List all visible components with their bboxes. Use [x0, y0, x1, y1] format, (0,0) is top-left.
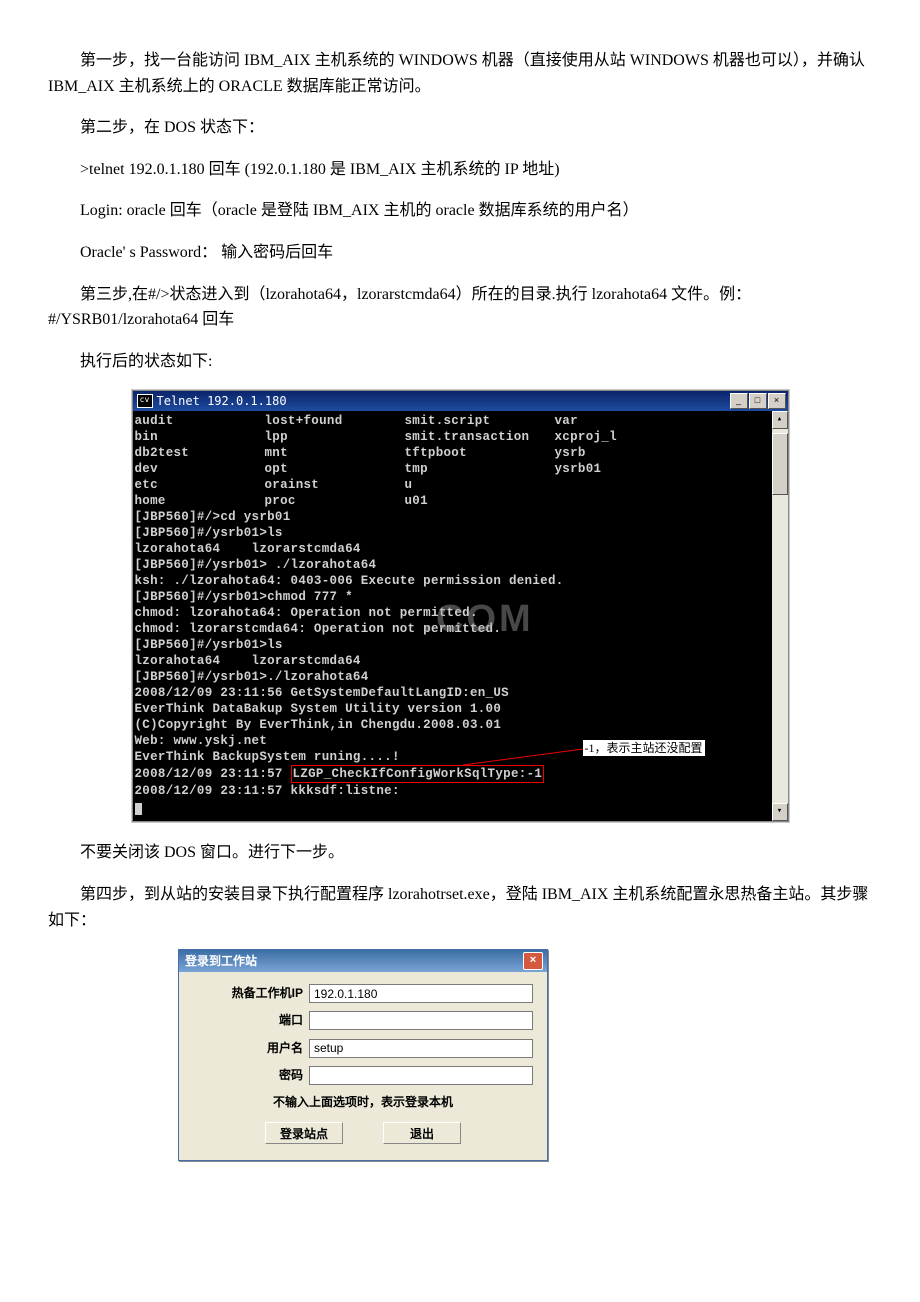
minimize-button[interactable]: _ — [730, 393, 748, 409]
telnet-window: cv Telnet 192.0.1.180 _ □ × auditlost+fo… — [132, 390, 789, 822]
scroll-down-button[interactable]: ▾ — [772, 803, 788, 821]
paragraph-execresult: 执行后的状态如下: — [48, 349, 872, 375]
annotation-callout: -1，表示主站还没配置 — [583, 739, 705, 758]
scroll-up-button[interactable]: ▴ — [772, 411, 788, 429]
paragraph-step3: 第三步,在#/>状态进入到（lzorahota64，lzorarstcmda64… — [48, 282, 872, 333]
paragraph-noclose: 不要关闭该 DOS 窗口。进行下一步。 — [48, 840, 872, 866]
paragraph-step2: 第二步，在 DOS 状态下： — [48, 115, 872, 141]
terminal-icon: cv — [137, 394, 153, 408]
login-close-button[interactable]: × — [523, 952, 543, 970]
exit-button[interactable]: 退出 — [383, 1122, 461, 1144]
paragraph-password: Oracle' s Password： 输入密码后回车 — [48, 240, 872, 266]
paragraph-login: Login: oracle 回车（oracle 是登陆 IBM_AIX 主机的 … — [48, 198, 872, 224]
maximize-button[interactable]: □ — [749, 393, 767, 409]
login-title: 登录到工作站 — [185, 952, 257, 971]
login-button[interactable]: 登录站点 — [265, 1122, 343, 1144]
login-titlebar[interactable]: 登录到工作站 × — [179, 950, 547, 972]
login-dialog: 登录到工作站 × 热备工作机IP 端口 用户名 密码 不输入上面选项时，表示登录… — [178, 949, 548, 1161]
label-port: 端口 — [193, 1011, 309, 1030]
terminal-output: auditlost+foundsmit.scriptvarbinlppsmit.… — [133, 411, 772, 821]
close-button[interactable]: × — [768, 393, 786, 409]
input-port[interactable] — [309, 1011, 533, 1030]
document-page: 第一步，找一台能访问 IBM_AIX 主机系统的 WINDOWS 机器（直接使用… — [0, 0, 920, 1201]
telnet-titlebar[interactable]: cv Telnet 192.0.1.180 _ □ × — [133, 391, 788, 411]
label-ip: 热备工作机IP — [193, 984, 309, 1003]
label-password: 密码 — [193, 1066, 309, 1085]
input-ip[interactable] — [309, 984, 533, 1003]
label-user: 用户名 — [193, 1039, 309, 1058]
login-note: 不输入上面选项时，表示登录本机 — [193, 1093, 533, 1112]
scroll-track[interactable] — [772, 429, 788, 803]
vertical-scrollbar[interactable]: ▴ ▾ — [772, 411, 788, 821]
paragraph-telnet: >telnet 192.0.1.180 回车 (192.0.1.180 是 IB… — [48, 157, 872, 183]
input-user[interactable] — [309, 1039, 533, 1058]
scroll-thumb[interactable] — [772, 433, 788, 495]
input-password[interactable] — [309, 1066, 533, 1085]
telnet-title: Telnet 192.0.1.180 — [157, 392, 287, 411]
paragraph-step1: 第一步，找一台能访问 IBM_AIX 主机系统的 WINDOWS 机器（直接使用… — [48, 48, 872, 99]
paragraph-step4: 第四步，到从站的安装目录下执行配置程序 lzorahotrset.exe，登陆 … — [48, 882, 872, 933]
